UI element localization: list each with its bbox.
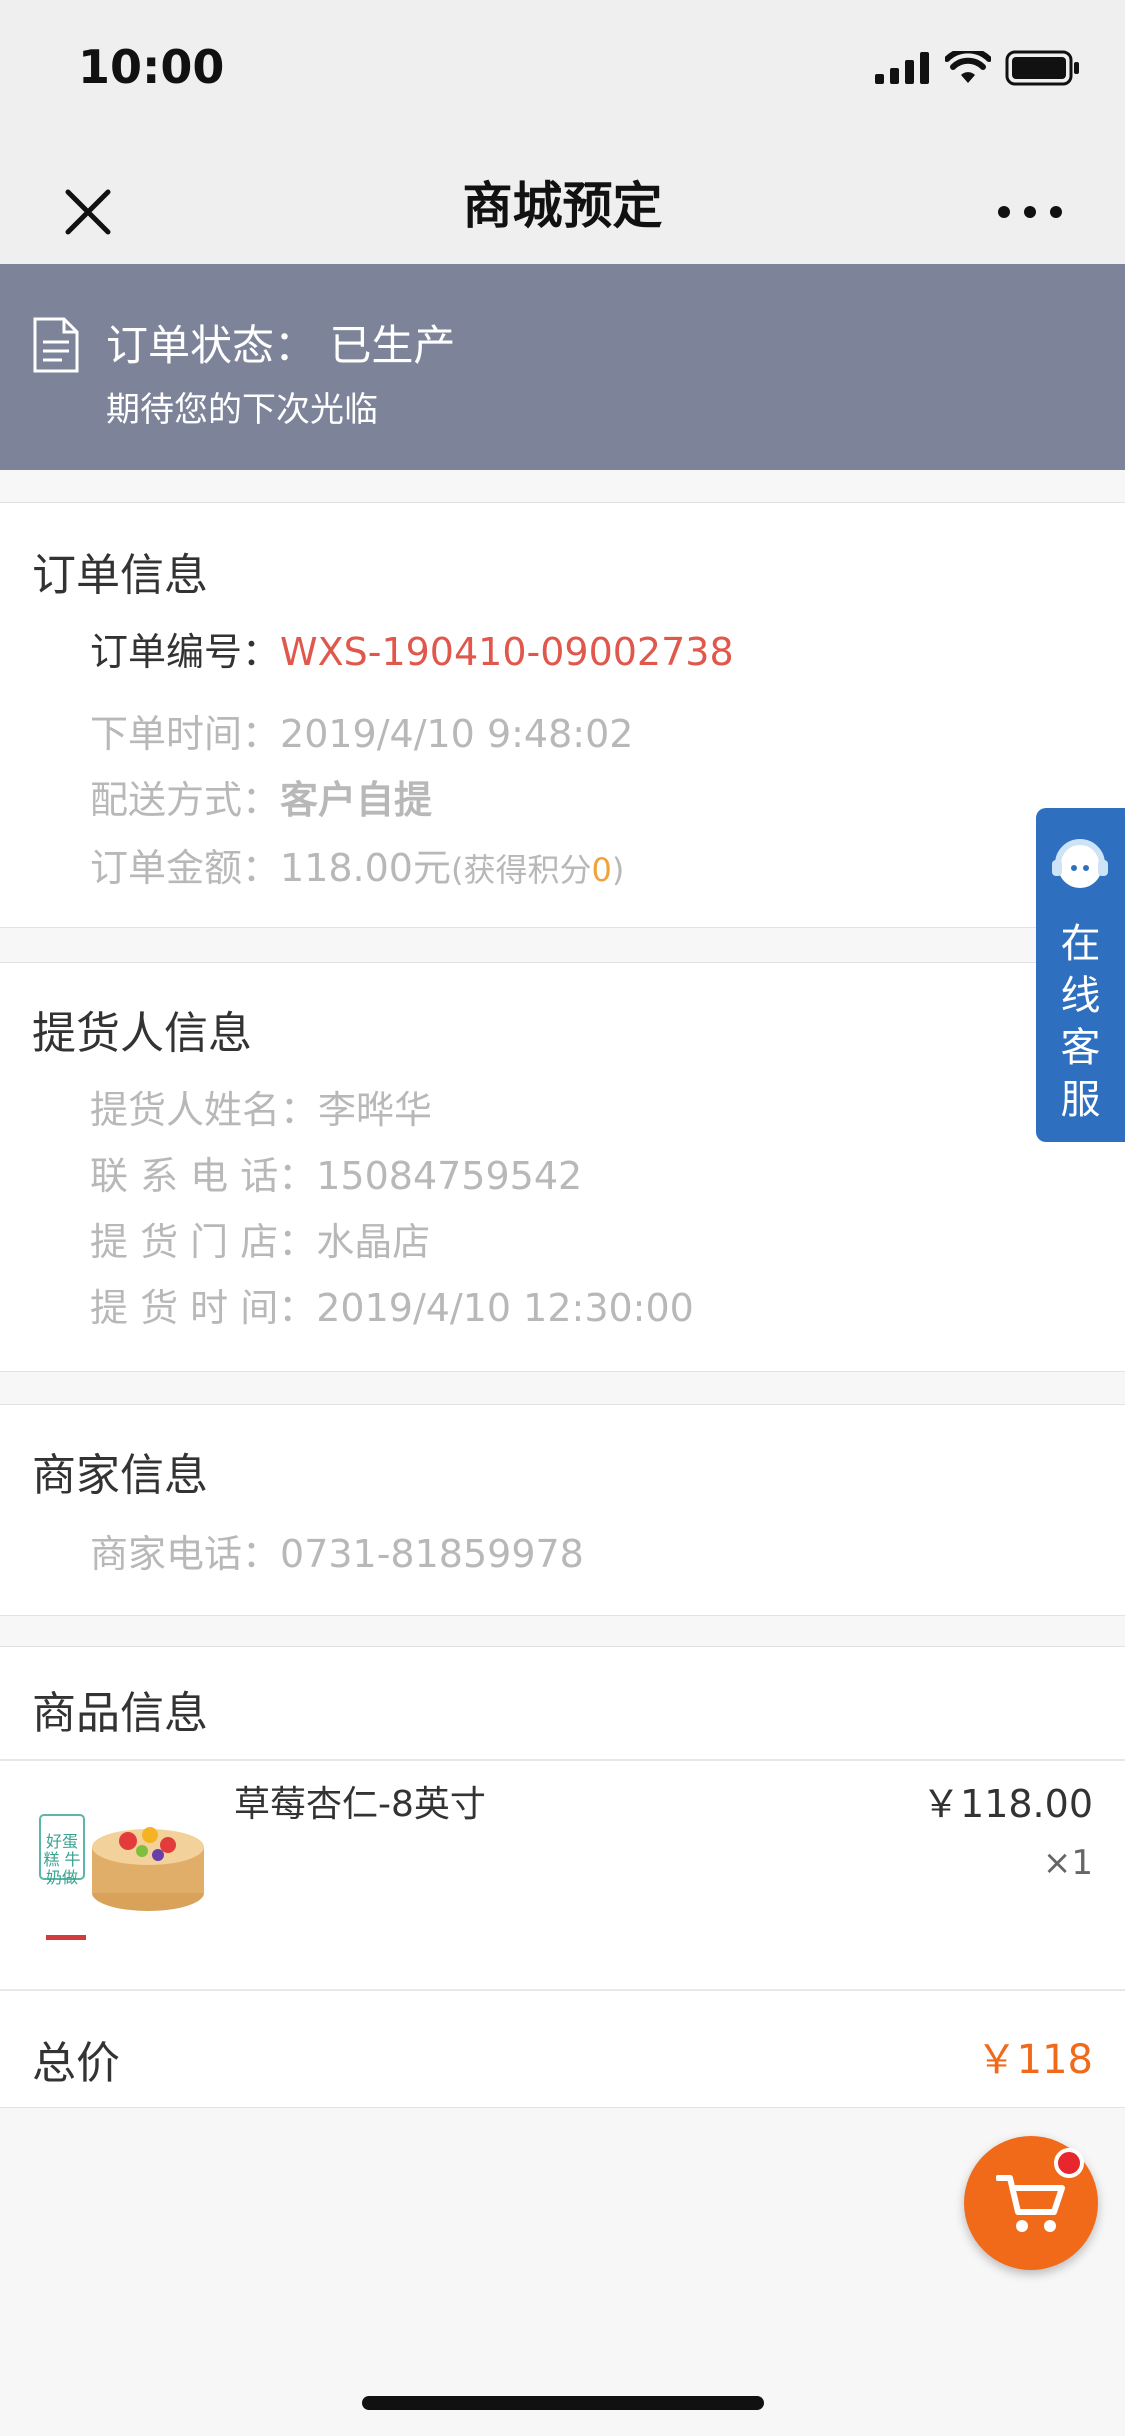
pickup-phone-row: 联 系 电 话：15084759542 bbox=[90, 1145, 582, 1200]
pickup-phone-value: 15084759542 bbox=[316, 1154, 583, 1198]
total-label: 总价 bbox=[32, 2038, 120, 2089]
merchant-info-title: 商家信息 bbox=[32, 1450, 208, 1501]
amount-row: 订单金额：118.00元(获得积分0) bbox=[90, 837, 624, 892]
pickup-info-title: 提货人信息 bbox=[32, 1008, 252, 1059]
signal-icon bbox=[875, 52, 929, 84]
merchant-phone-row[interactable]: 商家电话：0731-81859978 bbox=[90, 1523, 584, 1578]
nav-bar: 商城预定 bbox=[0, 132, 1125, 265]
merchant-info-card: 商家信息 商家电话：0731-81859978 bbox=[0, 1404, 1125, 1616]
headset-icon bbox=[1052, 839, 1108, 888]
online-service-tab[interactable]: 在线客服 bbox=[1036, 808, 1125, 1142]
order-info-card: 订单信息 订单编号：WXS-190410-09002738 下单时间：2019/… bbox=[0, 502, 1125, 928]
order-time-label: 下单时间： bbox=[90, 712, 281, 756]
merchant-phone-label: 商家电话： bbox=[90, 1532, 281, 1576]
order-number-row: 订单编号：WXS-190410-09002738 bbox=[90, 621, 734, 676]
online-service-label: 在线客服 bbox=[1060, 921, 1101, 1123]
points-suffix: ) bbox=[611, 851, 625, 889]
points-prefix: (获得积分 bbox=[450, 851, 592, 889]
more-icon bbox=[998, 206, 1062, 218]
product-divider bbox=[0, 1759, 1125, 1761]
cart-badge bbox=[1054, 2148, 1084, 2178]
delivery-label: 配送方式： bbox=[90, 778, 281, 822]
pickup-info-card: 提货人信息 提货人姓名：李晔华 联 系 电 话：15084759542 提 货 … bbox=[0, 962, 1125, 1372]
product-name: 草莓杏仁-8英寸 bbox=[234, 1784, 486, 1825]
status-bar: 10:00 bbox=[0, 0, 1125, 132]
order-time-value: 2019/4/10 9:48:02 bbox=[280, 712, 634, 756]
page-title: 商城预定 bbox=[462, 177, 663, 235]
home-indicator bbox=[362, 2396, 764, 2410]
order-status-banner: 订单状态： 已生产 期待您的下次光临 bbox=[0, 264, 1125, 470]
pickup-time-label: 提 货 时 间： bbox=[90, 1286, 317, 1330]
order-status-text: 订单状态： 已生产 bbox=[106, 321, 456, 370]
pickup-store-value: 水晶店 bbox=[316, 1220, 431, 1264]
document-icon bbox=[33, 317, 79, 373]
pickup-store-label: 提 货 门 店： bbox=[90, 1220, 317, 1264]
total-value: ￥118 bbox=[976, 2037, 1093, 2083]
order-number-label: 订单编号： bbox=[90, 630, 281, 674]
delivery-value: 客户自提 bbox=[280, 778, 433, 822]
product-info-card: 商品信息 好蛋糕 牛奶做 草莓杏仁-8英寸 ￥118.00 ×1 总价 ￥118 bbox=[0, 1646, 1125, 2108]
amount-value: 118.00元 bbox=[280, 846, 451, 890]
pickup-store-row: 提 货 门 店：水晶店 bbox=[90, 1211, 430, 1266]
product-thumb-text: 好蛋糕 牛奶做 bbox=[43, 1832, 81, 1887]
product-quantity: ×1 bbox=[1042, 1843, 1093, 1883]
delivery-row: 配送方式：客户自提 bbox=[90, 769, 432, 824]
merchant-phone-value[interactable]: 0731-81859978 bbox=[280, 1532, 584, 1576]
order-time-row: 下单时间：2019/4/10 9:48:02 bbox=[90, 703, 633, 758]
cart-icon bbox=[996, 2175, 1065, 2232]
order-number-value: WXS-190410-09002738 bbox=[280, 630, 734, 674]
pickup-phone-label: 联 系 电 话： bbox=[90, 1154, 317, 1198]
product-info-title: 商品信息 bbox=[32, 1688, 208, 1739]
pickup-time-row: 提 货 时 间：2019/4/10 12:30:00 bbox=[90, 1277, 694, 1332]
pickup-name-label: 提货人姓名： bbox=[90, 1088, 319, 1132]
status-icons bbox=[875, 50, 1081, 86]
product-price: ￥118.00 bbox=[922, 1782, 1093, 1826]
amount-label: 订单金额： bbox=[90, 846, 281, 890]
cart-button[interactable] bbox=[964, 2136, 1098, 2270]
pickup-name-row: 提货人姓名：李晔华 bbox=[90, 1079, 432, 1134]
battery-icon bbox=[1005, 50, 1079, 86]
total-row: 总价 ￥118 bbox=[0, 1991, 1125, 2107]
status-time: 10:00 bbox=[78, 40, 225, 94]
order-info-title: 订单信息 bbox=[32, 550, 208, 601]
points-value: 0 bbox=[591, 851, 612, 889]
wifi-icon bbox=[945, 51, 991, 83]
more-button[interactable] bbox=[975, 172, 1085, 252]
product-thumbnail: 好蛋糕 牛奶做 bbox=[32, 1767, 212, 1947]
order-status-subtitle: 期待您的下次光临 bbox=[106, 390, 378, 430]
pickup-name-value: 李晔华 bbox=[318, 1088, 433, 1132]
pickup-time-value: 2019/4/10 12:30:00 bbox=[316, 1286, 694, 1330]
